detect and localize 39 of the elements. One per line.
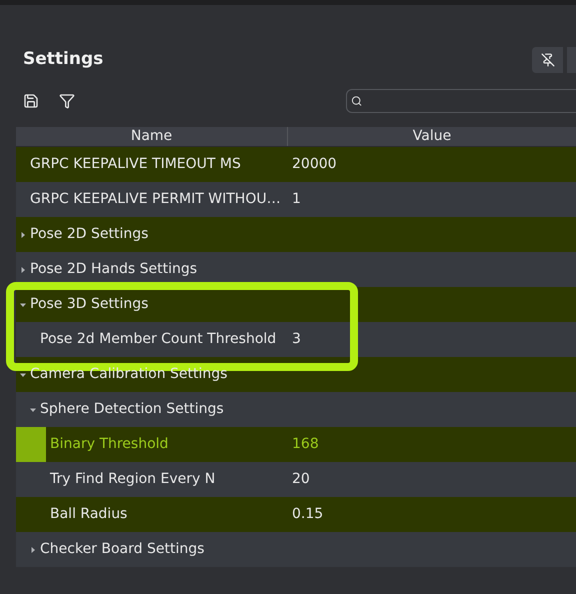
table-row[interactable]: GRPC KEEPALIVE TIMEOUT MS 20000: [16, 147, 576, 182]
caret-icon[interactable]: [20, 372, 26, 378]
setting-name: Ball Radius: [50, 505, 128, 524]
setting-value: 168: [291, 435, 319, 454]
setting-name: Pose 3D Settings: [30, 295, 148, 314]
search-icon: [351, 95, 362, 107]
setting-value: 20000: [291, 155, 337, 174]
setting-name: Try Find Region Every N: [50, 470, 216, 489]
selection-marker: [16, 427, 46, 462]
pin-off-icon: [540, 53, 554, 67]
setting-name: Pose 2D Settings: [30, 225, 148, 244]
search-field[interactable]: [346, 89, 576, 113]
setting-name: Binary Threshold: [50, 435, 168, 454]
caret-icon[interactable]: [30, 546, 36, 552]
panel-title: Settings: [23, 48, 104, 72]
caret-icon[interactable]: [20, 302, 26, 308]
setting-name: Checker Board Settings: [40, 540, 204, 559]
setting-value: 20: [291, 470, 310, 489]
column-header[interactable]: Value: [288, 127, 576, 146]
setting-name: Camera Calibration Settings: [30, 365, 228, 384]
caret-icon[interactable]: [30, 406, 36, 412]
table-row[interactable]: Ball Radius 0.15: [16, 497, 576, 532]
setting-name: GRPC KEEPALIVE TIMEOUT MS: [30, 155, 241, 174]
unpin-button[interactable]: [532, 47, 563, 73]
table-row[interactable]: Binary Threshold 168: [16, 427, 576, 462]
setting-value: 3: [291, 330, 301, 349]
save-icon[interactable]: [23, 93, 39, 109]
setting-value: 1: [291, 190, 301, 209]
table-row[interactable]: Pose 2D Settings: [16, 217, 576, 252]
setting-name: Sphere Detection Settings: [40, 400, 224, 419]
setting-value: 0.15: [291, 505, 324, 524]
caret-icon[interactable]: [20, 232, 26, 238]
column-header[interactable]: Name: [16, 127, 288, 146]
setting-name: Pose 2d Member Count Threshold: [40, 330, 276, 349]
table-row[interactable]: Pose 3D Settings: [16, 287, 576, 322]
setting-name: GRPC KEEPALIVE PERMIT WITHOU…: [30, 190, 281, 209]
filter-icon[interactable]: [59, 93, 75, 109]
setting-name: Pose 2D Hands Settings: [30, 260, 198, 279]
caret-icon[interactable]: [20, 266, 26, 272]
